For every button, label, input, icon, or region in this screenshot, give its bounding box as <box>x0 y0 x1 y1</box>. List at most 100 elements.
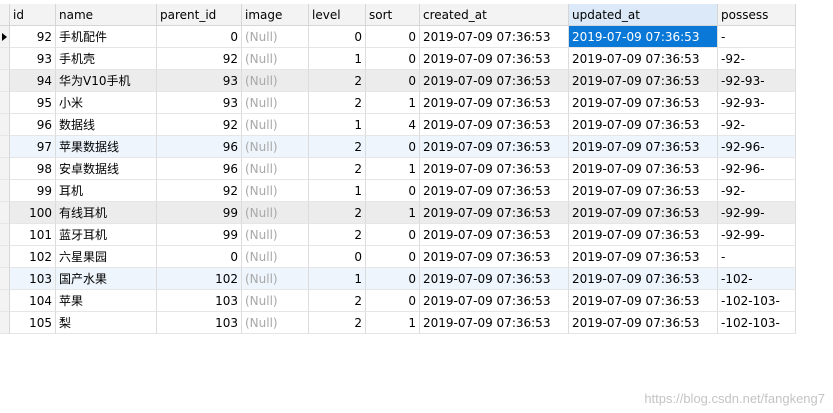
cell-parent-id[interactable]: 92 <box>157 114 242 136</box>
cell-possess[interactable]: -102- <box>718 268 796 290</box>
cell-level[interactable]: 2 <box>309 92 366 114</box>
column-header-name[interactable]: name <box>56 4 157 26</box>
cell-id[interactable]: 92 <box>10 26 56 48</box>
row-marker[interactable] <box>0 48 10 70</box>
cell-possess[interactable]: -92-96- <box>718 158 796 180</box>
cell-updated-at[interactable]: 2019-07-09 07:36:53 <box>569 92 718 114</box>
cell-name[interactable]: 梨 <box>56 312 157 334</box>
cell-updated-at[interactable]: 2019-07-09 07:36:53 <box>569 48 718 70</box>
cell-possess[interactable]: -92-99- <box>718 202 796 224</box>
cell-level[interactable]: 2 <box>309 136 366 158</box>
column-header-parent-id[interactable]: parent_id <box>157 4 242 26</box>
row-marker[interactable] <box>0 136 10 158</box>
cell-name[interactable]: 六星果园 <box>56 246 157 268</box>
cell-sort[interactable]: 1 <box>366 92 420 114</box>
cell-sort[interactable]: 0 <box>366 246 420 268</box>
column-header-sort[interactable]: sort <box>366 4 420 26</box>
cell-name[interactable]: 手机配件 <box>56 26 157 48</box>
cell-created-at[interactable]: 2019-07-09 07:36:53 <box>420 92 569 114</box>
cell-image[interactable]: (Null) <box>242 312 309 334</box>
table-row[interactable]: 101 蓝牙耳机 99 (Null) 2 0 2019-07-09 07:36:53 2019… <box>0 224 796 246</box>
cell-created-at[interactable]: 2019-07-09 07:36:53 <box>420 290 569 312</box>
cell-parent-id[interactable]: 92 <box>157 48 242 70</box>
column-header-id[interactable]: id <box>10 4 56 26</box>
cell-id[interactable]: 94 <box>10 70 56 92</box>
cell-created-at[interactable]: 2019-07-09 07:36:53 <box>420 48 569 70</box>
cell-id[interactable]: 99 <box>10 180 56 202</box>
cell-created-at[interactable]: 2019-07-09 07:36:53 <box>420 246 569 268</box>
column-header-created-at[interactable]: created_at <box>420 4 569 26</box>
cell-level[interactable]: 1 <box>309 114 366 136</box>
cell-updated-at[interactable]: 2019-07-09 07:36:53 <box>569 180 718 202</box>
cell-level[interactable]: 2 <box>309 312 366 334</box>
cell-parent-id[interactable]: 93 <box>157 70 242 92</box>
cell-updated-at[interactable]: 2019-07-09 07:36:53 <box>569 312 718 334</box>
cell-possess[interactable]: -92- <box>718 180 796 202</box>
cell-image[interactable]: (Null) <box>242 246 309 268</box>
row-marker[interactable] <box>0 312 10 334</box>
column-header-possess[interactable]: possess <box>718 4 796 26</box>
cell-sort[interactable]: 0 <box>366 268 420 290</box>
cell-name[interactable]: 安卓数据线 <box>56 158 157 180</box>
cell-sort[interactable]: 0 <box>366 70 420 92</box>
cell-image[interactable]: (Null) <box>242 48 309 70</box>
cell-possess[interactable]: -92-99- <box>718 224 796 246</box>
table-row[interactable]: 96 数据线 92 (Null) 1 4 2019-07-09 07:36:53 2019-0… <box>0 114 796 136</box>
cell-updated-at[interactable]: 2019-07-09 07:36:53 <box>569 290 718 312</box>
cell-level[interactable]: 2 <box>309 70 366 92</box>
cell-updated-at[interactable]: 2019-07-09 07:36:53 <box>569 268 718 290</box>
cell-sort[interactable]: 0 <box>366 180 420 202</box>
table-row[interactable]: 100 有线耳机 99 (Null) 2 1 2019-07-09 07:36:53 2019… <box>0 202 796 224</box>
cell-created-at[interactable]: 2019-07-09 07:36:53 <box>420 114 569 136</box>
cell-updated-at[interactable]: 2019-07-09 07:36:53 <box>569 114 718 136</box>
cell-id[interactable]: 104 <box>10 290 56 312</box>
cell-sort[interactable]: 0 <box>366 26 420 48</box>
cell-image[interactable]: (Null) <box>242 92 309 114</box>
cell-name[interactable]: 手机壳 <box>56 48 157 70</box>
cell-id[interactable]: 96 <box>10 114 56 136</box>
cell-image[interactable]: (Null) <box>242 224 309 246</box>
cell-updated-at[interactable]: 2019-07-09 07:36:53 <box>569 136 718 158</box>
cell-created-at[interactable]: 2019-07-09 07:36:53 <box>420 202 569 224</box>
cell-updated-at[interactable]: 2019-07-09 07:36:53 <box>569 246 718 268</box>
cell-updated-at[interactable]: 2019-07-09 07:36:53 <box>569 70 718 92</box>
cell-image[interactable]: (Null) <box>242 180 309 202</box>
row-marker[interactable] <box>0 158 10 180</box>
cell-possess[interactable]: -102-103- <box>718 312 796 334</box>
cell-sort[interactable]: 1 <box>366 158 420 180</box>
cell-sort[interactable]: 1 <box>366 202 420 224</box>
cell-id[interactable]: 97 <box>10 136 56 158</box>
cell-name[interactable]: 苹果数据线 <box>56 136 157 158</box>
cell-id[interactable]: 101 <box>10 224 56 246</box>
cell-updated-at[interactable]: 2019-07-09 07:36:53 <box>569 158 718 180</box>
row-marker[interactable] <box>0 114 10 136</box>
table-row[interactable]: 99 耳机 92 (Null) 1 0 2019-07-09 07:36:53 2019-07… <box>0 180 796 202</box>
cell-possess[interactable]: -92- <box>718 114 796 136</box>
cell-created-at[interactable]: 2019-07-09 07:36:53 <box>420 70 569 92</box>
cell-possess[interactable]: -92- <box>718 48 796 70</box>
table-row[interactable]: 104 苹果 103 (Null) 2 0 2019-07-09 07:36:53 2019-… <box>0 290 796 312</box>
cell-updated-at[interactable]: 2019-07-09 07:36:53 <box>569 202 718 224</box>
cell-sort[interactable]: 0 <box>366 224 420 246</box>
cell-image[interactable]: (Null) <box>242 136 309 158</box>
cell-possess[interactable]: -92-93- <box>718 92 796 114</box>
cell-name[interactable]: 数据线 <box>56 114 157 136</box>
cell-id[interactable]: 95 <box>10 92 56 114</box>
row-marker[interactable] <box>0 26 10 48</box>
cell-sort[interactable]: 1 <box>366 312 420 334</box>
cell-name[interactable]: 苹果 <box>56 290 157 312</box>
cell-parent-id[interactable]: 96 <box>157 136 242 158</box>
cell-parent-id[interactable]: 96 <box>157 158 242 180</box>
cell-parent-id[interactable]: 93 <box>157 92 242 114</box>
table-row[interactable]: 93 手机壳 92 (Null) 1 0 2019-07-09 07:36:53 2019-0… <box>0 48 796 70</box>
cell-image[interactable]: (Null) <box>242 114 309 136</box>
table-row[interactable]: 105 梨 103 (Null) 2 1 2019-07-09 07:36:53 2019-0… <box>0 312 796 334</box>
cell-created-at[interactable]: 2019-07-09 07:36:53 <box>420 312 569 334</box>
table-row[interactable]: 97 苹果数据线 96 (Null) 2 0 2019-07-09 07:36:53 2019… <box>0 136 796 158</box>
cell-possess[interactable]: -92-93- <box>718 70 796 92</box>
cell-image[interactable]: (Null) <box>242 70 309 92</box>
row-marker[interactable] <box>0 180 10 202</box>
cell-parent-id[interactable]: 102 <box>157 268 242 290</box>
row-marker[interactable] <box>0 268 10 290</box>
cell-possess[interactable]: -92-96- <box>718 136 796 158</box>
